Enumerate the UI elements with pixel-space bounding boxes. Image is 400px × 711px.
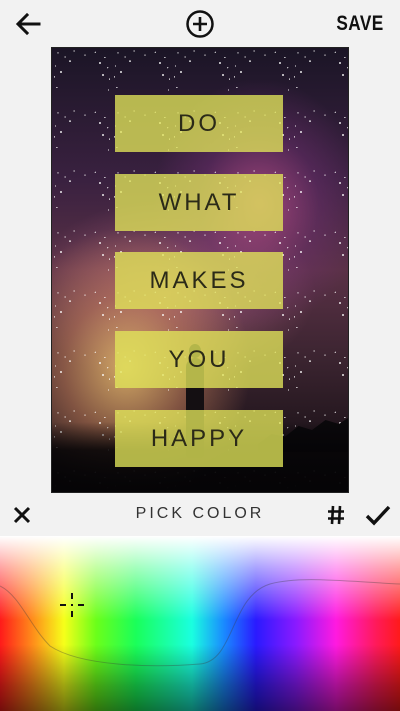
save-button[interactable]: SAVE (337, 12, 384, 38)
hex-input-button[interactable] (324, 503, 348, 527)
add-text-button[interactable] (184, 8, 216, 40)
hash-icon (328, 505, 344, 525)
color-spectrum[interactable] (0, 536, 400, 711)
top-toolbar: SAVE (0, 0, 400, 48)
confirm-color-button[interactable] (364, 501, 392, 529)
word-box-you[interactable]: YOU (115, 331, 283, 388)
word-box-what[interactable]: WHAT (115, 174, 283, 231)
arrow-left-icon (15, 13, 41, 35)
poster-canvas[interactable]: DO WHAT MAKES YOU HAPPY (51, 47, 349, 493)
spectrum-guide-line (0, 579, 400, 667)
back-button[interactable] (12, 8, 44, 40)
pick-color-bar: PICK COLOR (0, 497, 400, 535)
word-box-do[interactable]: DO (115, 95, 283, 152)
plus-circle-icon (186, 10, 214, 38)
word-box-makes[interactable]: MAKES (115, 252, 283, 309)
crosshair-icon[interactable] (58, 591, 86, 619)
check-icon (365, 505, 391, 526)
word-box-happy[interactable]: HAPPY (115, 410, 283, 467)
